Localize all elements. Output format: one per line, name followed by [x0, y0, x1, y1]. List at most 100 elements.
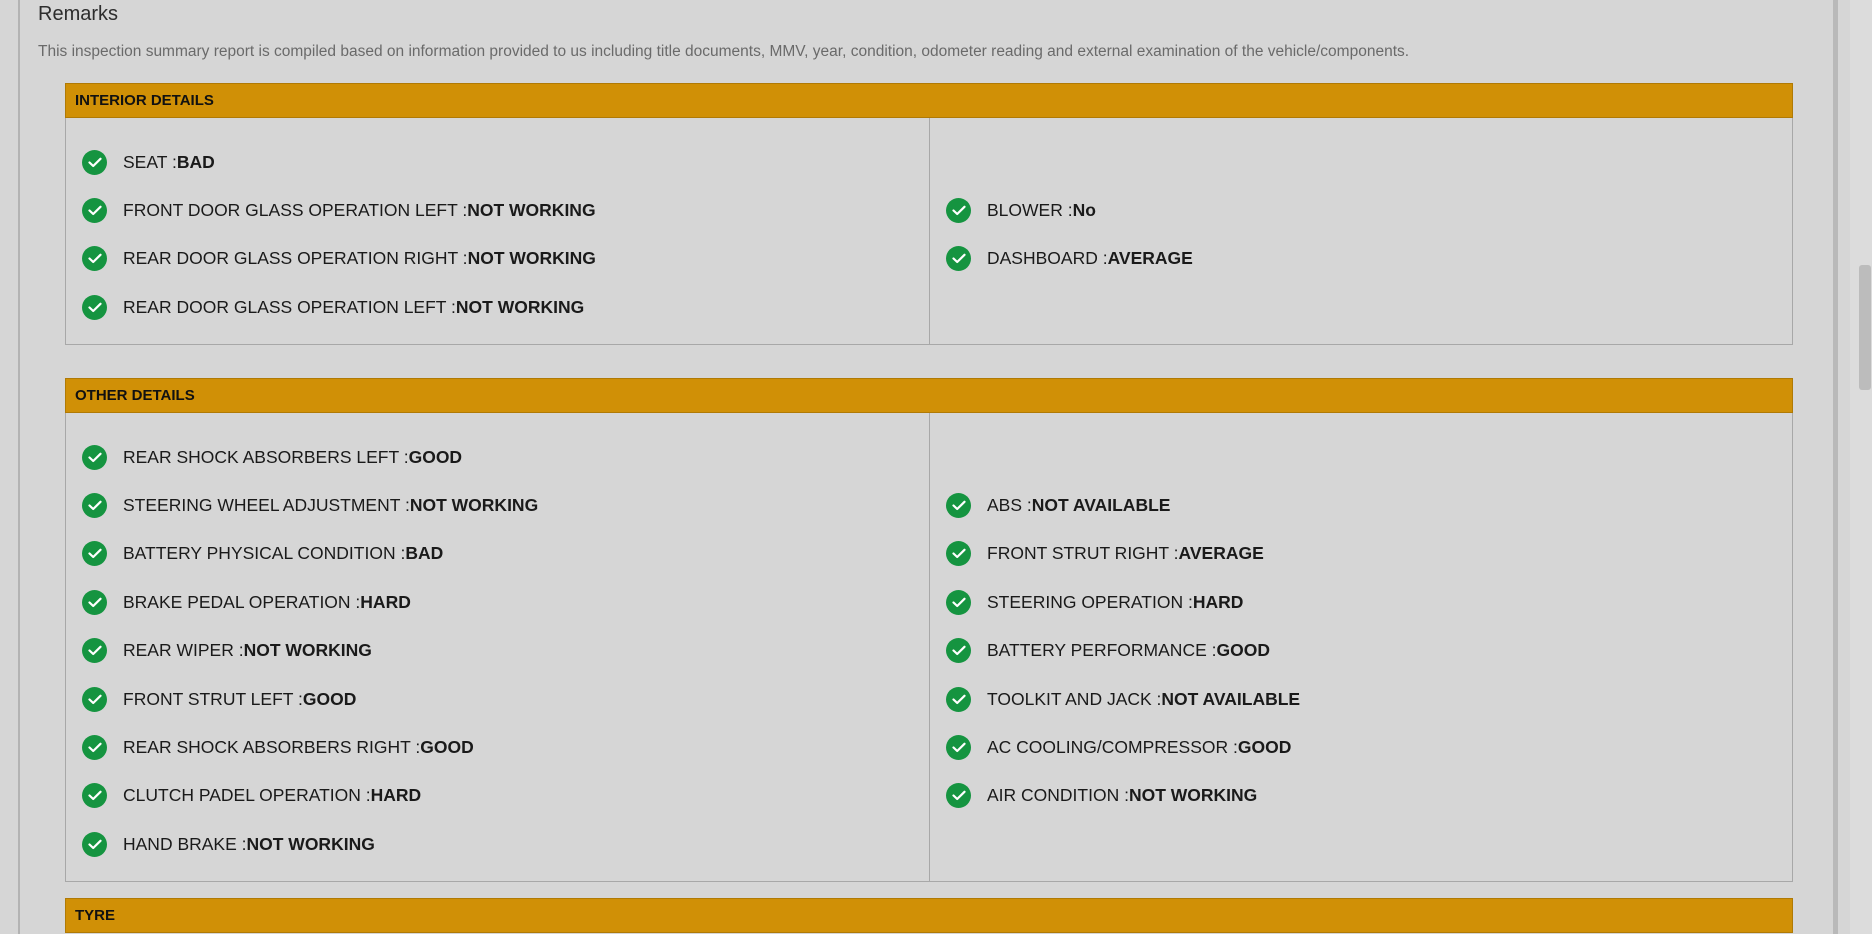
- right-rail: [1833, 0, 1838, 934]
- section-body: SEAT : BAD FRONT DOOR GLASS OPERATION LE…: [65, 118, 1793, 345]
- check-circle-icon: [82, 493, 107, 519]
- item-value: HARD: [360, 591, 411, 612]
- item-label: CLUTCH PADEL OPERATION :: [123, 785, 371, 806]
- item-value: AVERAGE: [1107, 248, 1193, 269]
- check-circle-icon: [82, 686, 107, 712]
- right-column: BLOWER : No DASHBOARD : AVERAGE: [929, 118, 1792, 344]
- item-label: FRONT DOOR GLASS OPERATION LEFT :: [123, 200, 468, 221]
- item-value: GOOD: [408, 446, 463, 467]
- item-label: TOOLKIT AND JACK :: [987, 688, 1162, 709]
- check-circle-icon: [946, 541, 971, 567]
- item-label: FRONT STRUT LEFT :: [123, 688, 303, 709]
- item-value: NOT WORKING: [467, 200, 596, 221]
- check-circle-icon: [82, 294, 107, 320]
- check-circle-icon: [82, 735, 107, 761]
- section-header: OTHER DETAILS: [65, 378, 1793, 413]
- left-column: SEAT : BAD FRONT DOOR GLASS OPERATION LE…: [66, 118, 929, 344]
- list-item: BATTERY PHYSICAL CONDITION : BAD: [66, 530, 929, 578]
- item-label: AIR CONDITION :: [987, 785, 1129, 806]
- list-item: CLUTCH PADEL OPERATION : HARD: [66, 772, 929, 820]
- check-circle-icon: [946, 783, 971, 809]
- interior-details-section: INTERIOR DETAILS SEAT : BAD FRONT DOOR G…: [65, 83, 1793, 345]
- list-item: BRAKE PEDAL OPERATION : HARD: [66, 578, 929, 626]
- list-item: REAR DOOR GLASS OPERATION LEFT : NOT WOR…: [66, 283, 929, 331]
- item-value: NOT WORKING: [455, 296, 585, 317]
- check-circle-icon: [946, 686, 971, 712]
- section-body: REAR SHOCK ABSORBERS LEFT : GOOD STEERIN…: [65, 413, 1793, 882]
- left-rail: [0, 0, 20, 934]
- item-label: FRONT STRUT RIGHT :: [987, 543, 1179, 564]
- item-label: DASHBOARD :: [987, 248, 1108, 269]
- tyre-section: TYRE: [65, 898, 1793, 933]
- check-circle-icon: [82, 831, 107, 857]
- list-item: DASHBOARD : AVERAGE: [930, 235, 1792, 283]
- list-item: REAR DOOR GLASS OPERATION RIGHT : NOT WO…: [66, 235, 929, 283]
- list-item: STEERING WHEEL ADJUSTMENT : NOT WORKING: [66, 481, 929, 529]
- list-item: AC COOLING/COMPRESSOR : GOOD: [930, 723, 1792, 771]
- check-circle-icon: [82, 444, 107, 470]
- list-item: FRONT STRUT RIGHT : AVERAGE: [930, 530, 1792, 578]
- item-value: GOOD: [302, 688, 357, 709]
- remarks-text: This inspection summary report is compil…: [38, 43, 1410, 60]
- right-column: ABS : NOT AVAILABLE FRONT STRUT RIGHT : …: [929, 413, 1792, 881]
- item-value: GOOD: [1237, 737, 1292, 758]
- list-item: TOOLKIT AND JACK : NOT AVAILABLE: [930, 675, 1792, 723]
- list-item: STEERING OPERATION : HARD: [930, 578, 1792, 626]
- check-circle-icon: [82, 149, 107, 175]
- item-label: BRAKE PEDAL OPERATION :: [123, 591, 361, 612]
- item-value: BAD: [405, 543, 444, 564]
- list-item: SEAT : BAD: [66, 138, 929, 186]
- item-value: NOT AVAILABLE: [1031, 495, 1171, 516]
- item-value: NOT AVAILABLE: [1161, 688, 1301, 709]
- item-value: No: [1072, 200, 1096, 221]
- item-label: BLOWER :: [987, 200, 1073, 221]
- list-item: BLOWER : No: [930, 186, 1792, 234]
- item-value: GOOD: [1216, 640, 1270, 661]
- item-label: REAR SHOCK ABSORBERS LEFT :: [123, 446, 409, 467]
- scrollbar-thumb[interactable]: [1859, 265, 1871, 390]
- left-column: REAR SHOCK ABSORBERS LEFT : GOOD STEERIN…: [66, 413, 929, 881]
- item-value: NOT WORKING: [246, 833, 375, 854]
- check-circle-icon: [82, 638, 107, 664]
- item-label: SEAT :: [123, 151, 177, 172]
- item-label: REAR WIPER :: [123, 640, 244, 661]
- scrollbar[interactable]: [1850, 0, 1872, 934]
- item-label: REAR DOOR GLASS OPERATION LEFT :: [123, 296, 456, 317]
- list-item: FRONT DOOR GLASS OPERATION LEFT : NOT WO…: [66, 186, 929, 234]
- check-circle-icon: [946, 638, 971, 664]
- item-label: HAND BRAKE :: [123, 833, 247, 854]
- item-value: NOT WORKING: [467, 248, 596, 269]
- check-circle-icon: [82, 589, 107, 615]
- check-circle-icon: [946, 493, 971, 519]
- item-value: NOT WORKING: [1128, 785, 1258, 806]
- item-label: BATTERY PHYSICAL CONDITION :: [123, 543, 406, 564]
- check-circle-icon: [82, 246, 107, 272]
- check-circle-icon: [82, 783, 107, 809]
- check-circle-icon: [946, 198, 971, 224]
- item-label: REAR SHOCK ABSORBERS RIGHT :: [123, 737, 421, 758]
- list-item: REAR SHOCK ABSORBERS RIGHT : GOOD: [66, 723, 929, 771]
- list-item: HAND BRAKE : NOT WORKING: [66, 820, 929, 868]
- item-value: BAD: [176, 151, 215, 172]
- check-circle-icon: [946, 735, 971, 761]
- report-content: Remarks This inspection summary report i…: [20, 0, 1833, 934]
- list-item: ABS : NOT AVAILABLE: [930, 481, 1792, 529]
- item-label: ABS :: [987, 495, 1032, 516]
- section-header: TYRE: [65, 898, 1793, 933]
- item-value: NOT WORKING: [243, 640, 372, 661]
- item-value: HARD: [370, 785, 422, 806]
- item-label: BATTERY PERFORMANCE :: [987, 640, 1217, 661]
- check-circle-icon: [946, 589, 971, 615]
- list-item: FRONT STRUT LEFT : GOOD: [66, 675, 929, 723]
- item-value: NOT WORKING: [409, 495, 539, 516]
- section-header: INTERIOR DETAILS: [65, 83, 1793, 118]
- check-circle-icon: [82, 198, 107, 224]
- check-circle-icon: [82, 541, 107, 567]
- other-details-section: OTHER DETAILS REAR SHOCK ABSORBERS LEFT …: [65, 378, 1793, 882]
- check-circle-icon: [946, 246, 971, 272]
- item-value: HARD: [1192, 591, 1244, 612]
- list-item: AIR CONDITION : NOT WORKING: [930, 772, 1792, 820]
- item-label: STEERING OPERATION :: [987, 591, 1193, 612]
- list-item: BATTERY PERFORMANCE : GOOD: [930, 627, 1792, 675]
- item-value: AVERAGE: [1178, 543, 1264, 564]
